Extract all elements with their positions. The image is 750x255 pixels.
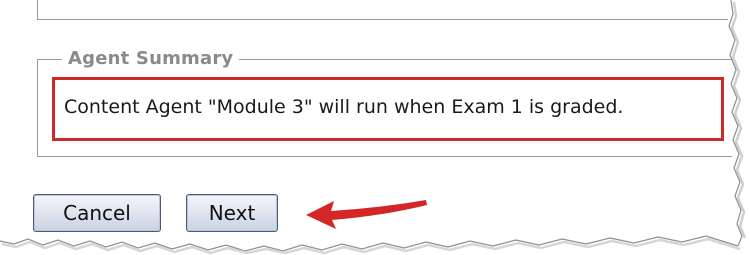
previous-section-frame xyxy=(37,0,728,20)
highlight-box xyxy=(52,77,724,141)
wizard-panel: Agent Summary Content Agent "Module 3" w… xyxy=(0,0,750,255)
next-button[interactable]: Next xyxy=(186,194,278,232)
agent-summary-legend: Agent Summary xyxy=(62,48,240,69)
pointer-arrow-icon xyxy=(306,200,427,229)
cancel-button[interactable]: Cancel xyxy=(33,194,161,232)
screenshot-canvas: Agent Summary Content Agent "Module 3" w… xyxy=(0,0,750,255)
